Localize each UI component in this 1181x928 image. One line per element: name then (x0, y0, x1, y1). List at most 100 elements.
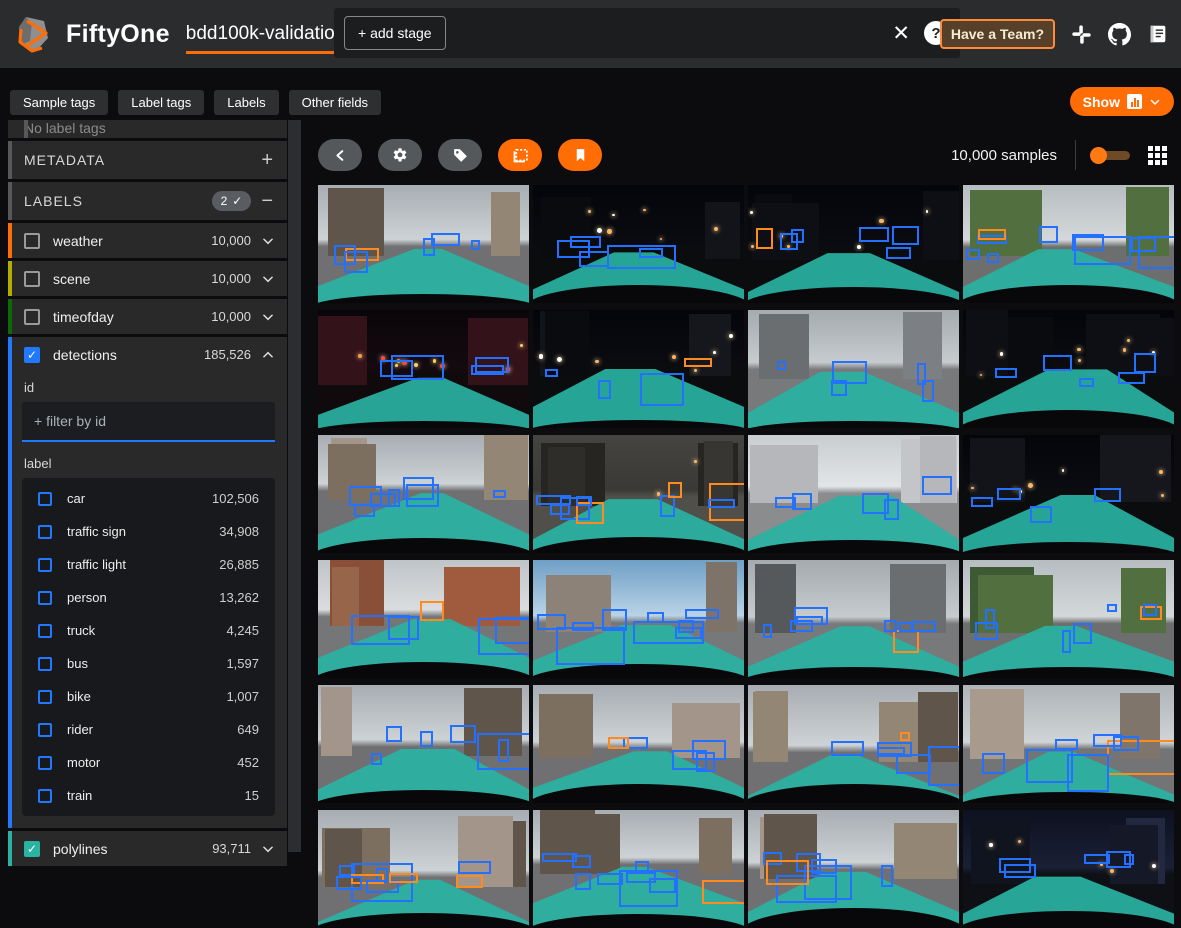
chevron-down-icon[interactable] (261, 234, 275, 248)
sample-tile[interactable] (963, 810, 1174, 928)
sidebar-section-metadata[interactable]: METADATA + (8, 141, 287, 179)
tag-samples-button[interactable] (438, 139, 482, 171)
docs-book-icon[interactable] (1146, 23, 1169, 46)
sample-tile[interactable] (318, 685, 529, 803)
checkbox[interactable] (38, 756, 52, 770)
expand-plus-icon[interactable]: + (261, 150, 273, 170)
class-row-bike[interactable]: bike1,007 (22, 680, 275, 713)
clear-stages-icon[interactable]: ✕ (892, 23, 910, 44)
grid-size-icon[interactable] (1148, 146, 1167, 165)
checkbox[interactable] (38, 492, 52, 506)
slider-knob[interactable] (1090, 147, 1107, 164)
class-row-train[interactable]: train15 (22, 779, 275, 812)
field-row[interactable]: ✓polylines93,711 (8, 831, 287, 866)
view-stage-bar[interactable]: + add stage ✕ ? (334, 8, 960, 58)
tab-sample-tags[interactable]: Sample tags (10, 90, 108, 115)
sample-tile[interactable] (963, 310, 1174, 428)
sidebar-field-scene[interactable]: scene10,000 (8, 261, 287, 296)
checkbox[interactable] (38, 624, 52, 638)
grid-zoom-slider[interactable] (1094, 151, 1130, 160)
class-row-traffic-light[interactable]: traffic light26,885 (22, 548, 275, 581)
field-row[interactable]: timeofday10,000 (8, 299, 287, 334)
add-stage-button[interactable]: + add stage (344, 16, 446, 50)
checkbox[interactable] (24, 233, 40, 249)
chevron-down-icon[interactable] (261, 272, 275, 286)
field-row[interactable]: scene10,000 (8, 261, 287, 296)
sidebar-field-weather[interactable]: weather10,000 (8, 223, 287, 258)
collapse-minus-icon[interactable]: − (261, 191, 273, 211)
class-row-motor[interactable]: motor452 (22, 746, 275, 779)
class-row-bus[interactable]: bus1,597 (22, 647, 275, 680)
chevron-down-icon[interactable] (261, 310, 275, 324)
patches-button[interactable] (498, 139, 542, 171)
sample-tile[interactable] (318, 310, 529, 428)
field-count: 185,526 (204, 347, 251, 362)
sample-tile[interactable] (533, 560, 744, 678)
github-icon[interactable] (1108, 23, 1131, 46)
sample-tile[interactable] (748, 310, 959, 428)
class-count: 4,245 (226, 623, 259, 638)
checkbox[interactable] (38, 723, 52, 737)
checkbox[interactable] (38, 657, 52, 671)
sample-tile[interactable] (963, 435, 1174, 553)
checkbox[interactable]: ✓ (24, 347, 40, 363)
class-row-truck[interactable]: truck4,245 (22, 614, 275, 647)
detection-box (766, 860, 809, 885)
dataset-name[interactable]: bdd100k-validation (186, 23, 346, 44)
sample-tile[interactable] (748, 685, 959, 803)
checkbox[interactable] (24, 271, 40, 287)
sample-tile[interactable] (533, 685, 744, 803)
sample-tile[interactable] (533, 185, 744, 303)
checkbox[interactable] (38, 690, 52, 704)
checkbox[interactable] (24, 309, 40, 325)
class-row-rider[interactable]: rider649 (22, 713, 275, 746)
slack-icon[interactable] (1070, 23, 1093, 46)
settings-button[interactable] (378, 139, 422, 171)
sample-tile[interactable] (748, 560, 959, 678)
sample-tile[interactable] (748, 435, 959, 553)
chevron-up-icon[interactable] (261, 348, 275, 362)
field-row[interactable]: weather10,000 (8, 223, 287, 258)
show-stats-button[interactable]: Show (1070, 87, 1174, 116)
sample-tile[interactable] (318, 810, 529, 928)
tab-labels[interactable]: Labels (214, 90, 278, 115)
sidebar-field-timeofday[interactable]: timeofday10,000 (8, 299, 287, 334)
detection-box (431, 233, 460, 246)
class-row-traffic-sign[interactable]: traffic sign34,908 (22, 515, 275, 548)
field-row[interactable]: ✓detections185,526 (8, 337, 287, 372)
sample-tile[interactable] (748, 810, 959, 928)
checkbox[interactable] (38, 558, 52, 572)
field-name: scene (53, 271, 90, 287)
checkbox[interactable] (38, 525, 52, 539)
sidebar-section-labels[interactable]: LABELS 2 ✓ − (8, 182, 287, 220)
class-row-person[interactable]: person13,262 (22, 581, 275, 614)
checkbox[interactable] (38, 789, 52, 803)
tab-label-tags[interactable]: Label tags (118, 90, 204, 115)
detection-box (1107, 604, 1117, 612)
sidebar-field-polylines[interactable]: ✓polylines93,711 (8, 831, 287, 866)
selected-count-badge[interactable]: 2 ✓ (212, 191, 252, 211)
chevron-down-icon[interactable] (261, 842, 275, 856)
sample-tile[interactable] (748, 185, 959, 303)
sidebar-field-detections[interactable]: ✓detections185,526idlabelcar102,506traff… (8, 337, 287, 828)
sample-tile[interactable] (963, 560, 1174, 678)
sidebar-scrollbar[interactable] (288, 120, 301, 852)
sample-tile[interactable] (533, 310, 744, 428)
filter-by-id-input[interactable] (22, 402, 275, 442)
sample-tile[interactable] (318, 435, 529, 553)
back-button[interactable] (318, 139, 362, 171)
detection-box (978, 229, 1006, 240)
class-row-car[interactable]: car102,506 (22, 482, 275, 515)
save-view-button[interactable] (558, 139, 602, 171)
dataset-selector[interactable]: bdd100k-validation (186, 23, 346, 45)
sample-tile[interactable] (533, 435, 744, 553)
tab-other-fields[interactable]: Other fields (289, 90, 381, 115)
sample-tile[interactable] (963, 185, 1174, 303)
checkbox[interactable]: ✓ (24, 841, 40, 857)
have-a-team-button[interactable]: Have a Team? (940, 19, 1055, 49)
sample-tile[interactable] (963, 685, 1174, 803)
checkbox[interactable] (38, 591, 52, 605)
sample-tile[interactable] (318, 560, 529, 678)
sample-tile[interactable] (318, 185, 529, 303)
sample-tile[interactable] (533, 810, 744, 928)
